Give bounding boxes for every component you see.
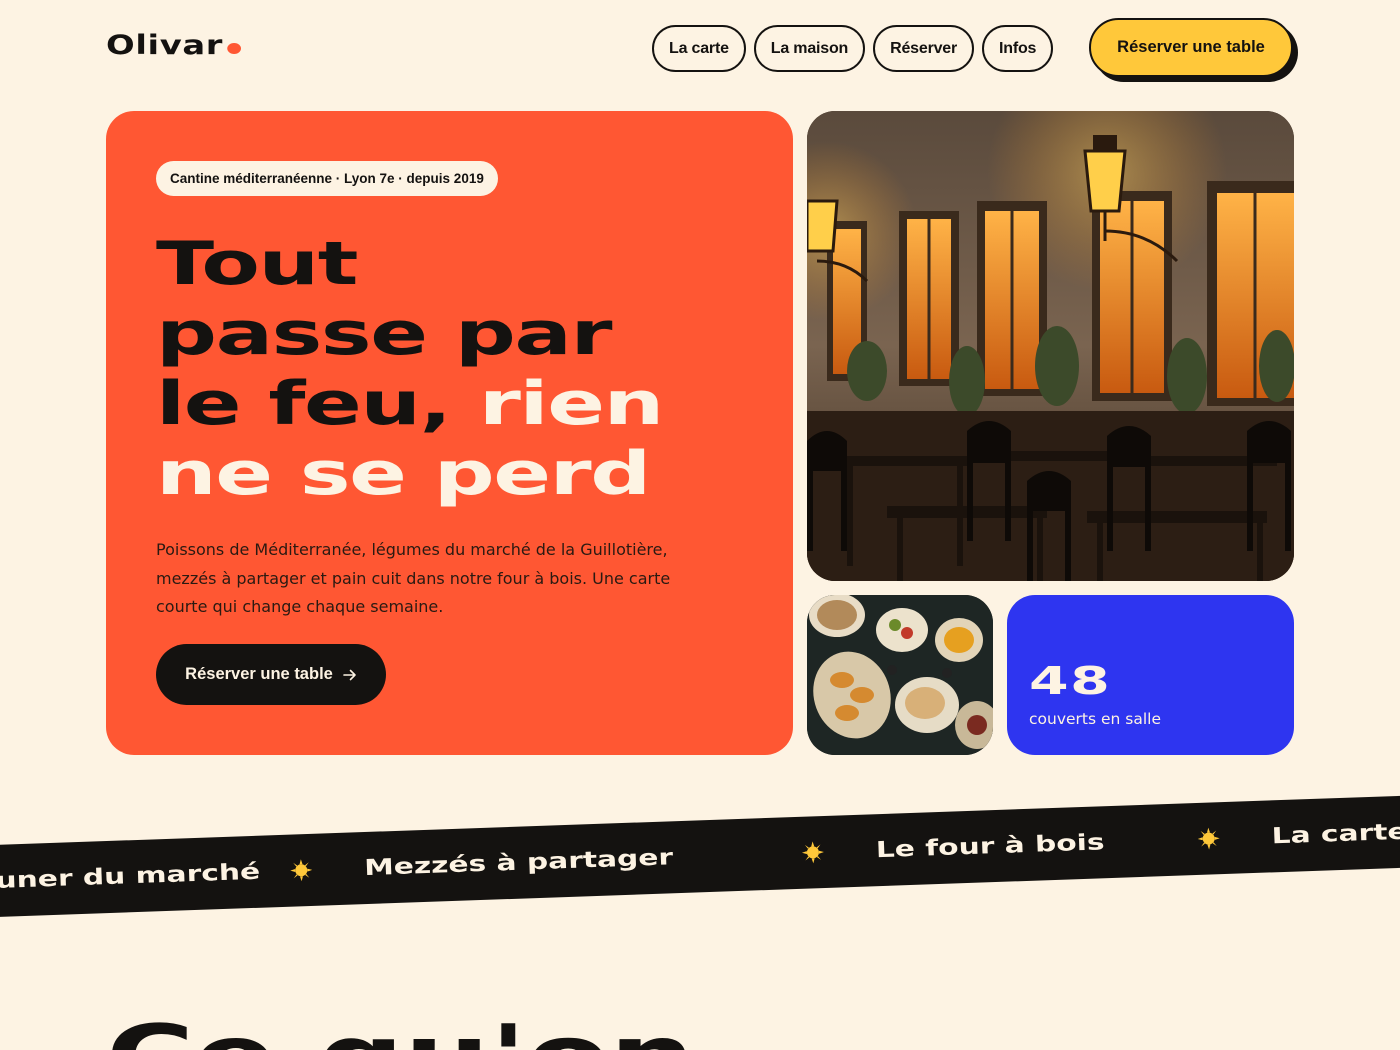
marquee-track: Déjeuner du marché Mezzés à partager Le …: [0, 797, 1400, 918]
mezze-illustration: [807, 595, 993, 755]
hero-card: Cantine méditerranéenne · Lyon 7e · depu…: [106, 111, 793, 755]
mezze-plates-photo: [807, 595, 993, 755]
capacity-stat-card: 48 couverts en salle: [1007, 595, 1294, 755]
nav-item-reserver[interactable]: Réserver: [873, 25, 975, 72]
section-heading: Ce qu'on: [106, 1012, 695, 1050]
header-reserve-label: Réserver une table: [1089, 18, 1293, 77]
headline-line-3a: le feu,: [156, 369, 452, 439]
arrow-right-icon: [343, 669, 356, 680]
stat-label: couverts en salle: [1029, 710, 1161, 728]
terrace-illustration: [807, 111, 1294, 581]
logo[interactable]: Olivar: [106, 30, 241, 61]
site-header: Olivar La carte La maison Réserver Infos…: [0, 0, 1400, 100]
logo-dot: [226, 43, 241, 54]
header-reserve-button[interactable]: Réserver une table: [1089, 18, 1298, 82]
logo-text: Olivar: [106, 30, 224, 61]
nav-item-la-carte[interactable]: La carte: [652, 25, 746, 72]
marquee-item: La carte: [1271, 819, 1400, 849]
restaurant-terrace-photo: [807, 111, 1294, 581]
nav-item-la-maison[interactable]: La maison: [753, 25, 866, 72]
hero-reserve-label: Réserver une table: [185, 665, 333, 683]
marquee-item: Mezzés à partager: [363, 844, 674, 881]
headline-line-3b: rien: [478, 369, 664, 439]
main-nav: La carte La maison Réserver Infos: [652, 25, 1054, 72]
hero-reserve-button[interactable]: Réserver une table: [156, 644, 386, 705]
nav-item-infos[interactable]: Infos: [982, 25, 1054, 72]
hero-description: Poissons de Méditerranée, légumes du mar…: [156, 540, 671, 616]
marquee-item: Le four à bois: [875, 829, 1105, 863]
marquee-item: Déjeuner du marché: [0, 859, 261, 897]
hero-tag: Cantine méditerranéenne · Lyon 7e · depu…: [156, 161, 498, 196]
stat-value: 48: [1029, 659, 1112, 703]
marquee-band: Déjeuner du marché Mezzés à partager Le …: [0, 793, 1400, 919]
hero-headline: Tout passe par le feu, rien ne se perd: [156, 229, 776, 509]
